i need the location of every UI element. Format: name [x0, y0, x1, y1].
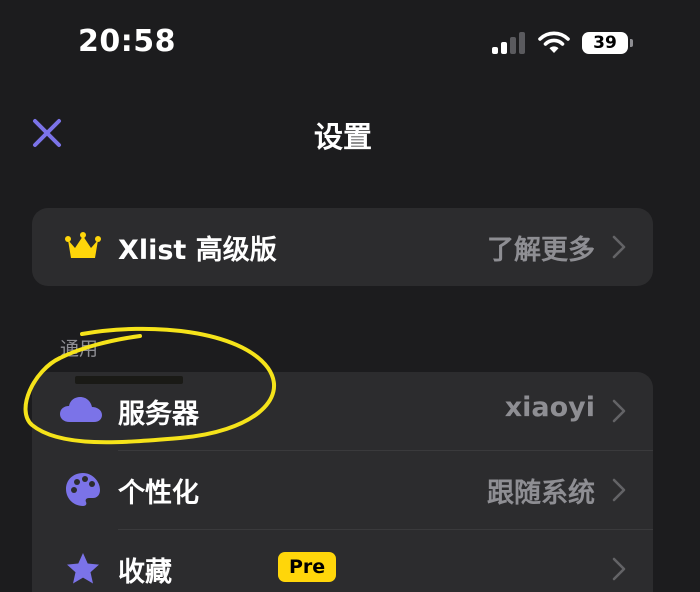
crown-icon [65, 232, 101, 258]
general-settings-card: 服务器 xiaoyi 个性化 跟随系统 收藏 Pre [32, 372, 653, 592]
status-bar: 20:58 39 [0, 0, 700, 88]
signal-icon [492, 30, 528, 54]
personalization-row[interactable]: 个性化 跟随系统 [32, 451, 653, 529]
server-value: xiaoyi [504, 392, 595, 423]
wifi-icon [538, 31, 570, 53]
status-time: 20:58 [78, 24, 176, 59]
page-title: 设置 [313, 120, 372, 154]
chevron-right-icon [612, 399, 626, 423]
favorites-label: 收藏 Pre [118, 550, 337, 589]
redaction-mark [75, 376, 183, 384]
status-icons: 39 [492, 30, 642, 58]
pro-badge: Pre [278, 552, 337, 582]
personalization-value: 跟随系统 [487, 478, 595, 509]
favorites-row[interactable]: 收藏 Pre [32, 530, 653, 592]
star-icon [67, 553, 99, 584]
chevron-right-icon [612, 478, 626, 502]
premium-label: Xlist 高级版 [118, 235, 277, 266]
palette-icon [66, 473, 100, 506]
server-label: 服务器 [118, 399, 199, 430]
section-header-general: 通用 [60, 338, 99, 360]
premium-card: Xlist 高级版 了解更多 [32, 208, 653, 286]
personalization-label: 个性化 [118, 478, 199, 509]
settings-screen: 20:58 39 设置 Xlist 高级版 了解更多 通用 服务器 xiaoyi… [0, 0, 700, 592]
cloud-icon [60, 397, 102, 422]
premium-row[interactable]: Xlist 高级版 了解更多 [32, 208, 653, 286]
chevron-right-icon [612, 235, 626, 259]
favorites-label-text: 收藏 [118, 557, 172, 588]
battery-icon: 39 [582, 32, 628, 54]
premium-learn-more: 了解更多 [487, 235, 595, 266]
chevron-right-icon [612, 557, 626, 581]
battery-tip [630, 39, 633, 47]
nav-bar: 设置 [0, 96, 700, 168]
